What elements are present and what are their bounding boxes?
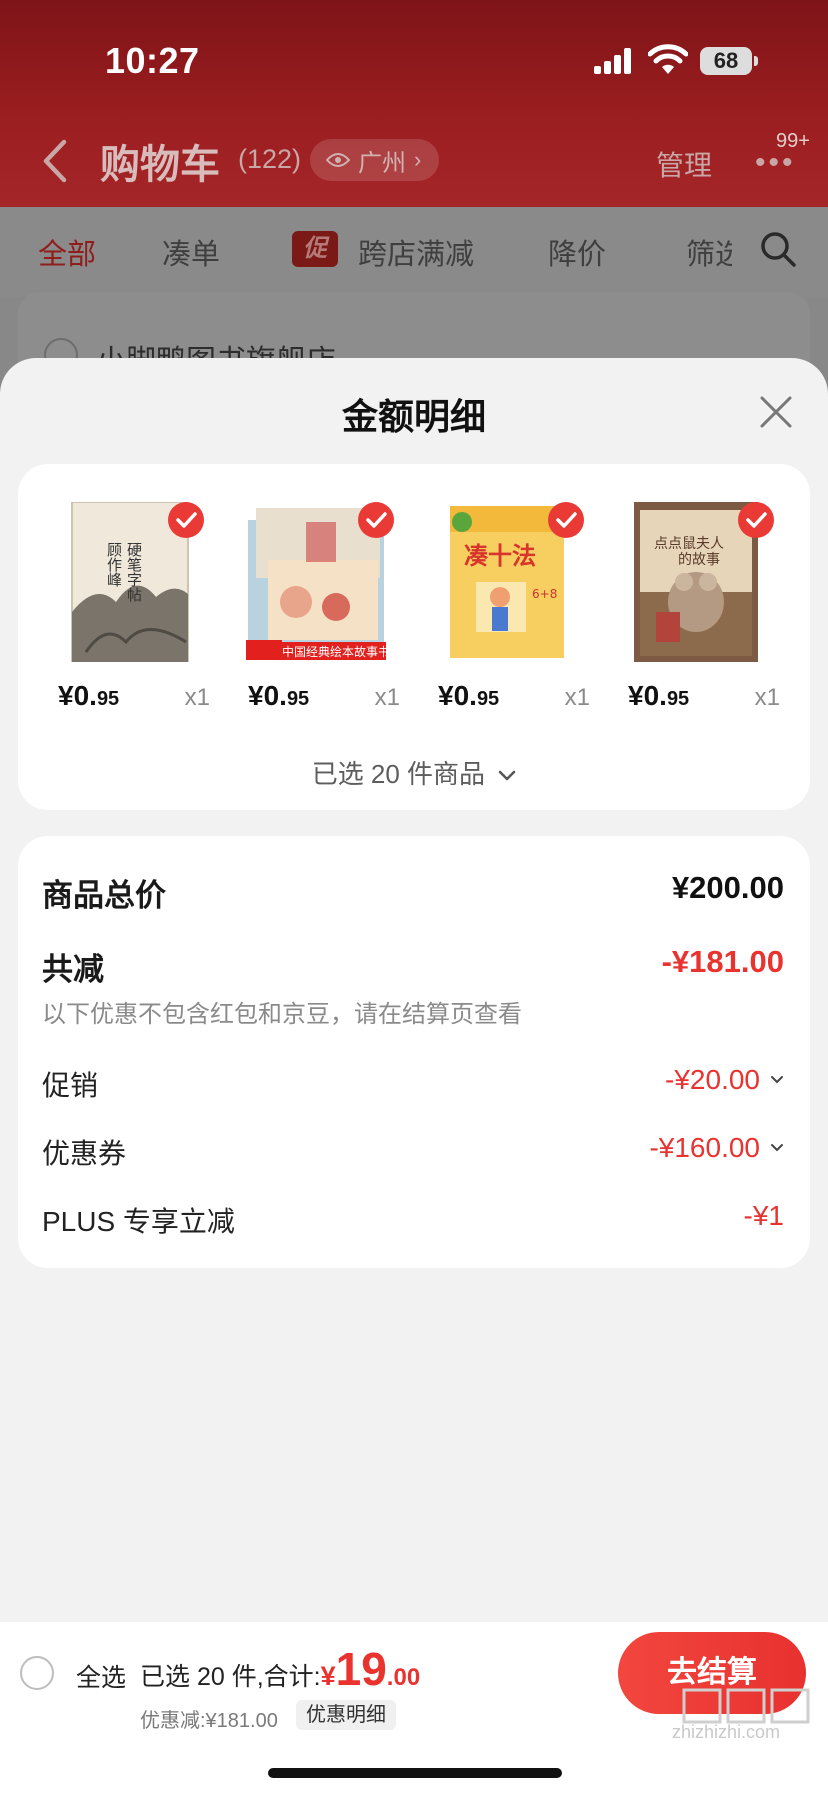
goods-price: ¥0.95 [58,680,120,711]
close-icon[interactable] [756,392,796,432]
tab-combine[interactable]: 凑单 [162,231,220,273]
selected-goods-card: 顾作峰 硬笔字帖 ¥0.95 x1 中国经典绘本故事书 ¥0.95 x1 凑十法… [18,464,810,810]
promotion-label: 促销 [42,1070,99,1101]
total-price-label: 商品总价 [42,878,166,913]
promotion-value: -¥20.00 [665,1064,760,1095]
checked-icon [358,502,394,538]
promo-tag: 促 [292,231,338,267]
location-selector[interactable]: 广州 › [310,139,440,181]
svg-text:顾作峰: 顾作峰 [105,542,123,587]
discount-note: 以下优惠不包含红包和京豆，请在结算页查看 [42,1001,522,1028]
svg-text:点点鼠夫人: 点点鼠夫人 [654,536,724,552]
goods-qty: x1 [374,684,400,711]
goods-price: ¥0.95 [248,680,310,711]
cellular-signal-icon [594,48,634,74]
tab-filter[interactable]: 筛选 [686,231,732,273]
status-time: 10:27 [105,40,200,81]
selected-count-label: 已选 20 件商品 [311,759,486,789]
promotion-row[interactable]: 促销 -¥20.00 [42,1064,784,1104]
checkout-bar: 全选 已选 20 件,合计:¥19.00 优惠减:¥181.00 优惠明细 去结… [0,1622,828,1796]
location-label: 广州 [358,149,406,177]
home-indicator [268,1768,562,1778]
total-price-value: ¥200.00 [671,870,784,905]
tab-price-drop[interactable]: 降价 [548,231,606,273]
watermark-logo [682,1688,810,1724]
svg-text:凑十法: 凑十法 [464,542,536,570]
saved-amount: 优惠减:¥181.00 [140,1710,278,1732]
checked-icon [738,502,774,538]
chevron-down-icon [771,1144,783,1152]
chevron-down-icon [771,1076,783,1084]
amount-detail-sheet: 金额明细 顾作峰 硬笔字帖 ¥0.95 x1 中国经典绘本故事书 ¥0.95 x… [0,358,828,1796]
plus-discount-row: PLUS 专享立减 -¥1 [42,1200,784,1240]
goods-qty: x1 [184,684,210,711]
goods-price: ¥0.95 [438,680,500,711]
select-all-label[interactable]: 全选 [76,1658,126,1694]
tab-cross-store[interactable]: 跨店满减 [358,231,474,273]
total-amount-dec: .00 [386,1664,421,1691]
total-reduce-label: 共减 [42,952,104,987]
tab-all[interactable]: 全部 [38,231,96,273]
total-summary: 已选 20 件,合计:¥19.00 [140,1642,420,1696]
checked-icon [548,502,584,538]
eye-icon [326,153,350,167]
discount-detail-button[interactable]: 优惠明细 [296,1700,396,1730]
navbar: 购物车 (122) 广州 › 管理 99+ ••• [0,120,828,207]
sheet-title: 金额明细 [341,396,486,437]
amount-summary-card: 商品总价 ¥200.00 共减 -¥181.00 以下优惠不包含红包和京豆，请在… [18,836,810,1268]
battery-icon: 68 [700,47,758,75]
filter-tabs: 全部 凑单 促 跨店满减 降价 筛选 [0,207,828,297]
total-currency: ¥ [320,1661,336,1691]
total-amount-int: 19 [335,1643,387,1695]
checked-icon [168,502,204,538]
cart-count: (122) [238,144,302,174]
back-arrow-icon[interactable] [40,138,70,184]
coupon-row[interactable]: 优惠券 -¥160.00 [42,1132,784,1172]
goods-qty: x1 [564,684,590,711]
plus-discount-value: -¥1 [743,1200,784,1231]
manage-button[interactable]: 管理 [656,144,712,184]
select-all-checkbox[interactable] [20,1656,54,1690]
total-reduce-value: -¥181.00 [661,944,784,979]
svg-text:硬笔字帖: 硬笔字帖 [125,542,143,602]
goods-item[interactable]: 凑十法 6+8 ¥0.95 x1 [414,498,590,718]
page-title: 购物车 [100,143,220,187]
status-bar: 10:27 68 [0,0,828,120]
coupon-value: -¥160.00 [649,1132,760,1163]
goods-item[interactable]: 中国经典绘本故事书 ¥0.95 x1 [224,498,400,718]
coupon-label: 优惠券 [42,1138,127,1169]
goods-item[interactable]: 点点鼠夫人 的故事 ¥0.95 x1 [604,498,780,718]
svg-text:6+8: 6+8 [532,587,557,601]
svg-text:中国经典绘本故事书: 中国经典绘本故事书 [282,644,386,659]
svg-text:的故事: 的故事 [678,552,720,568]
chevron-down-icon [499,770,516,781]
goods-qty: x1 [754,684,780,711]
more-icon[interactable]: ••• [755,148,796,178]
plus-discount-label: PLUS 专享立减 [42,1206,235,1237]
goods-item[interactable]: 顾作峰 硬笔字帖 ¥0.95 x1 [34,498,210,718]
goods-price: ¥0.95 [628,680,690,711]
search-icon[interactable] [758,229,798,269]
watermark-text: zhizhizhi.com [672,1722,781,1742]
wifi-icon [648,44,688,74]
chevron-right-icon: › [414,147,422,172]
selected-count-toggle[interactable]: 已选 20 件商品 [18,754,810,791]
selected-summary-text: 已选 20 件,合计: [140,1663,321,1691]
